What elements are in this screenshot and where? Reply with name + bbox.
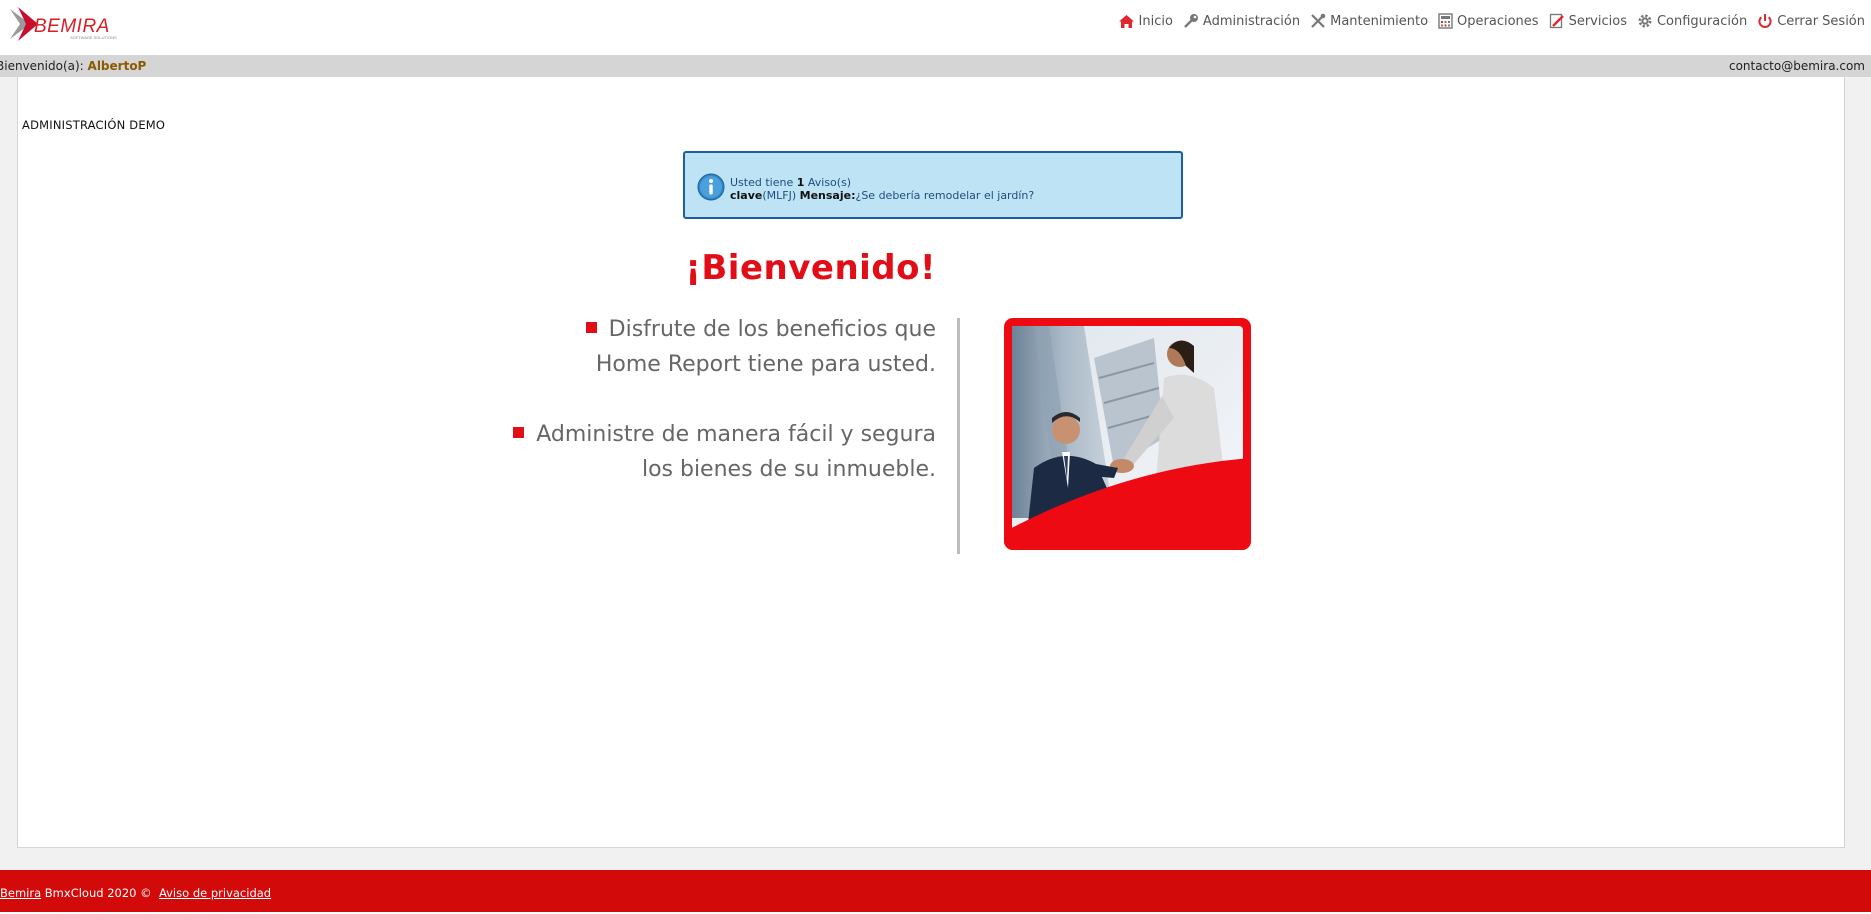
info-icon: [697, 173, 725, 201]
tools-icon: [1311, 13, 1326, 28]
logo-tagline: SOFTWARE SOLUTIONS: [70, 35, 117, 40]
footer-copyright: BmxCloud 2020 ©: [41, 886, 159, 900]
nav-label: Configuración: [1656, 13, 1748, 29]
bemira-logo[interactable]: BEMIRA SOFTWARE SOLUTIONS: [8, 5, 133, 43]
nav-servicios[interactable]: Servicios: [1549, 13, 1627, 29]
bullet-line: Disfrute de los beneficios que: [608, 317, 936, 342]
nav-label: Operaciones: [1457, 13, 1539, 29]
welcome-label: Bienvenido(a):: [0, 59, 84, 73]
nav-operaciones[interactable]: Operaciones: [1438, 13, 1539, 29]
nav-label: Administración: [1202, 13, 1301, 29]
notice-message: ¿Se debería remodelar el jardín?: [855, 189, 1035, 202]
notice-message-label: Mensaje:: [799, 189, 856, 202]
calculator-icon: [1438, 13, 1453, 29]
home-icon: [1118, 14, 1134, 28]
welcome-text: Bienvenido(a): AlbertoP: [0, 55, 146, 77]
main-nav: Inicio Administración Mantenimiento Oper…: [1118, 13, 1865, 29]
logo-text: BEMIRA: [34, 16, 110, 37]
power-icon: [1758, 14, 1772, 28]
notice-message-line[interactable]: clave(MLFJ) Mensaje:¿Se debería remodela…: [730, 189, 1034, 202]
nav-administracion[interactable]: Administración: [1183, 13, 1300, 29]
brand-link[interactable]: Bemira: [0, 886, 41, 900]
nav-label: Cerrar Sesión: [1777, 13, 1865, 29]
vertical-divider: [957, 318, 960, 554]
bullet-line: Administre de manera fácil y segura: [536, 422, 936, 447]
username: AlbertoP: [87, 59, 147, 73]
gear-icon: [1638, 14, 1652, 28]
benefit-bullet: Administre de manera fácil y segura los …: [513, 417, 936, 487]
notice-suffix: Aviso(s): [804, 176, 852, 189]
footer-content: Bemira BmxCloud 2020 © Aviso de privacid…: [0, 872, 271, 914]
handshake-photo: [1004, 318, 1251, 550]
nav-label: Inicio: [1138, 13, 1173, 29]
bullet-square-icon: [585, 322, 597, 333]
benefit-bullet: Disfrute de los beneficios que Home Repo…: [585, 312, 936, 382]
nav-cerrar-sesion[interactable]: Cerrar Sesión: [1757, 13, 1865, 29]
bullet-line: los bienes de su inmueble.: [641, 457, 936, 482]
key-icon: [1184, 14, 1198, 28]
welcome-heading: ¡Bienvenido!: [685, 248, 936, 288]
bullet-line: Home Report tiene para usted.: [595, 352, 936, 377]
nav-label: Mantenimiento: [1330, 13, 1429, 29]
notice-count-line: Usted tiene 1 Aviso(s): [730, 176, 851, 189]
section-title: ADMINISTRACIÓN DEMO: [22, 118, 166, 132]
privacy-link[interactable]: Aviso de privacidad: [159, 886, 271, 900]
nav-label: Servicios: [1568, 13, 1627, 29]
user-bar: Bienvenido(a): AlbertoP contacto@bemira.…: [0, 55, 1871, 77]
notice-box: Usted tiene 1 Aviso(s) clave(MLFJ) Mensa…: [683, 151, 1183, 219]
notice-key-value: (MLFJ): [762, 189, 797, 202]
top-navbar: BEMIRA SOFTWARE SOLUTIONS Inicio Adminis…: [0, 0, 1871, 55]
nav-configuracion[interactable]: Configuración: [1637, 13, 1747, 29]
bullet-square-icon: [513, 427, 525, 438]
contact-email: contacto@bemira.com: [1728, 59, 1865, 73]
notice-prefix: Usted tiene: [730, 176, 797, 189]
notice-key-label: clave: [730, 189, 763, 202]
nav-inicio[interactable]: Inicio: [1118, 14, 1173, 29]
footer: Bemira BmxCloud 2020 © Aviso de privacid…: [0, 870, 1871, 912]
nav-mantenimiento[interactable]: Mantenimiento: [1310, 13, 1428, 29]
edit-doc-icon: [1549, 13, 1564, 29]
